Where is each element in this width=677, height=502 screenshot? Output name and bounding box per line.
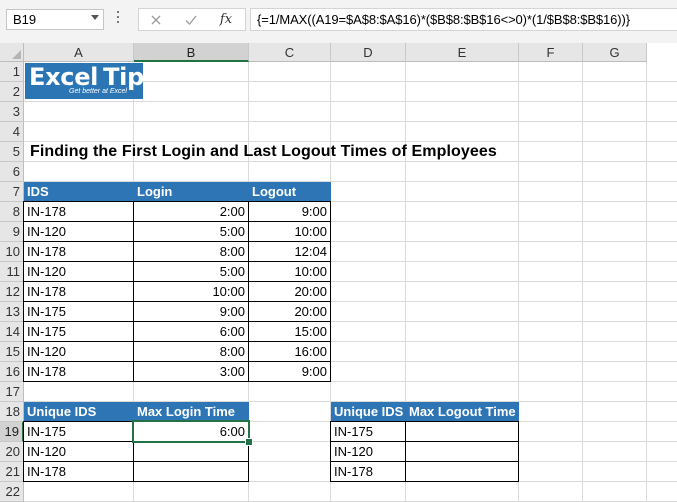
table1-cell-a9[interactable]: IN-120 [23,221,133,241]
row-header-15[interactable]: 15 [0,342,24,362]
table3-header-d[interactable]: Unique IDS [331,402,406,422]
table1-cell-c9[interactable]: 10:00 [248,221,331,241]
row-header-9[interactable]: 9 [0,222,24,242]
column-header-g[interactable]: G [583,43,647,62]
table2-cell-a20[interactable]: IN-120 [23,441,133,461]
row-header-12[interactable]: 12 [0,282,24,302]
gridline-horizontal [24,121,677,122]
column-header-d[interactable]: D [331,43,406,62]
table1-header-b[interactable]: Login [134,182,249,202]
table1-cell-a11[interactable]: IN-120 [23,261,133,281]
table3-cell-e19[interactable] [405,421,519,441]
excel-tip-logo: Excel Tip Get better at Excel [25,63,144,99]
table1-cell-a14[interactable]: IN-175 [23,321,133,341]
formula-buttons: fx [138,8,246,31]
table1-cell-c13[interactable]: 20:00 [248,301,331,321]
table1-cell-b11[interactable]: 5:00 [133,261,248,281]
table1-cell-c14[interactable]: 15:00 [248,321,331,341]
row-header-5[interactable]: 5 [0,142,24,162]
row-header-8[interactable]: 8 [0,202,24,222]
gridline-horizontal [24,161,677,162]
table1-cell-b8[interactable]: 2:00 [133,201,248,221]
fill-handle[interactable] [245,438,253,446]
row-header-2[interactable]: 2 [0,82,24,102]
column-header-e[interactable]: E [406,43,519,62]
table1-cell-c10[interactable]: 12:04 [248,241,331,261]
row-header-4[interactable]: 4 [0,122,24,142]
table2-cell-a19[interactable]: IN-175 [23,421,133,441]
formula-input[interactable]: {=1/MAX((A19=$A$8:$A$16)*($B$8:$B$16<>0)… [250,8,677,31]
table1-cell-b9[interactable]: 5:00 [133,221,248,241]
table2-cell-b21[interactable] [133,461,249,482]
close-icon[interactable] [147,11,165,29]
table1-header-a[interactable]: IDS [24,182,134,202]
table3-cell-d19[interactable]: IN-175 [330,421,405,441]
row-header-17[interactable]: 17 [0,382,24,402]
row-header-11[interactable]: 11 [0,262,24,282]
table3-cell-e21[interactable] [405,461,519,482]
table1-cell-a10[interactable]: IN-178 [23,241,133,261]
row-header-6[interactable]: 6 [0,162,24,182]
table2-cell-a21[interactable]: IN-178 [23,461,133,482]
table1-cell-a12[interactable]: IN-178 [23,281,133,301]
row-header-21[interactable]: 21 [0,462,24,482]
table1-cell-b16[interactable]: 3:00 [133,361,248,382]
row-header-7[interactable]: 7 [0,182,24,202]
row-header-19[interactable]: 19 [0,422,24,442]
table1-cell-a15[interactable]: IN-120 [23,341,133,361]
chevron-down-icon[interactable] [91,15,99,20]
drag-handle-icon[interactable] [117,11,120,27]
row-header-22[interactable]: 22 [0,482,24,502]
gridline-horizontal [24,101,677,102]
formula-text: {=1/MAX((A19=$A$8:$A$16)*($B$8:$B$16<>0)… [257,12,631,27]
row-header-14[interactable]: 14 [0,322,24,342]
row-header-18[interactable]: 18 [0,402,24,422]
select-all-button[interactable] [0,43,24,62]
table1-cell-a16[interactable]: IN-178 [23,361,133,382]
worksheet-grid[interactable]: ABCDEFG 1 2 3 4 5 6 7 8 9 10 11 12 13 14 15 16 17 18 19 20 2… [0,43,677,502]
table1-cell-c12[interactable]: 20:00 [248,281,331,301]
table1-header-c[interactable]: Logout [249,182,331,202]
table1-cell-b13[interactable]: 9:00 [133,301,248,321]
table2-cell-b19[interactable]: 6:00 [133,421,249,441]
column-header-a[interactable]: A [24,43,134,62]
table1-cell-c16[interactable]: 9:00 [248,361,331,382]
table1-cell-b15[interactable]: 8:00 [133,341,248,361]
gridline-horizontal [24,141,677,142]
table3-cell-d20[interactable]: IN-120 [330,441,405,461]
table1-cell-c15[interactable]: 16:00 [248,341,331,361]
logo-word-excel: Excel [29,63,99,91]
table2-cell-b20[interactable] [133,441,249,461]
table1-cell-b12[interactable]: 10:00 [133,281,248,301]
row-header-10[interactable]: 10 [0,242,24,262]
row-header-13[interactable]: 13 [0,302,24,322]
sheet-title: Finding the First Login and Last Logout … [30,143,497,160]
table1-cell-b10[interactable]: 8:00 [133,241,248,261]
insert-function-icon[interactable]: fx [217,11,235,29]
name-box[interactable]: B19 [6,9,104,30]
column-header-c[interactable]: C [249,43,331,62]
logo-word-tip: Tip [103,63,144,91]
checkmark-icon[interactable] [182,11,200,29]
row-header-3[interactable]: 3 [0,102,24,122]
table1-cell-c11[interactable]: 10:00 [248,261,331,281]
table1-cell-a8[interactable]: IN-178 [23,201,133,221]
table3-header-e[interactable]: Max Logout Time [406,402,519,422]
column-header-f[interactable]: F [519,43,583,62]
table3-cell-d21[interactable]: IN-178 [330,461,405,482]
table2-header-a[interactable]: Unique IDS [24,402,134,422]
table3-cell-e20[interactable] [405,441,519,461]
column-header-b[interactable]: B [134,43,249,62]
row-header-1[interactable]: 1 [0,62,24,82]
table1-cell-c8[interactable]: 9:00 [248,201,331,221]
row-header-20[interactable]: 20 [0,442,24,462]
formula-bar: B19 fx {=1/MAX((A19=$A$8:$A$16)*($B$8:$B… [0,0,677,43]
table1-cell-a13[interactable]: IN-175 [23,301,133,321]
name-box-value: B19 [13,12,37,27]
table1-cell-b14[interactable]: 6:00 [133,321,248,341]
table2-header-b[interactable]: Max Login Time [134,402,249,422]
row-header-16[interactable]: 16 [0,362,24,382]
logo-tagline: Get better at Excel [69,88,127,95]
